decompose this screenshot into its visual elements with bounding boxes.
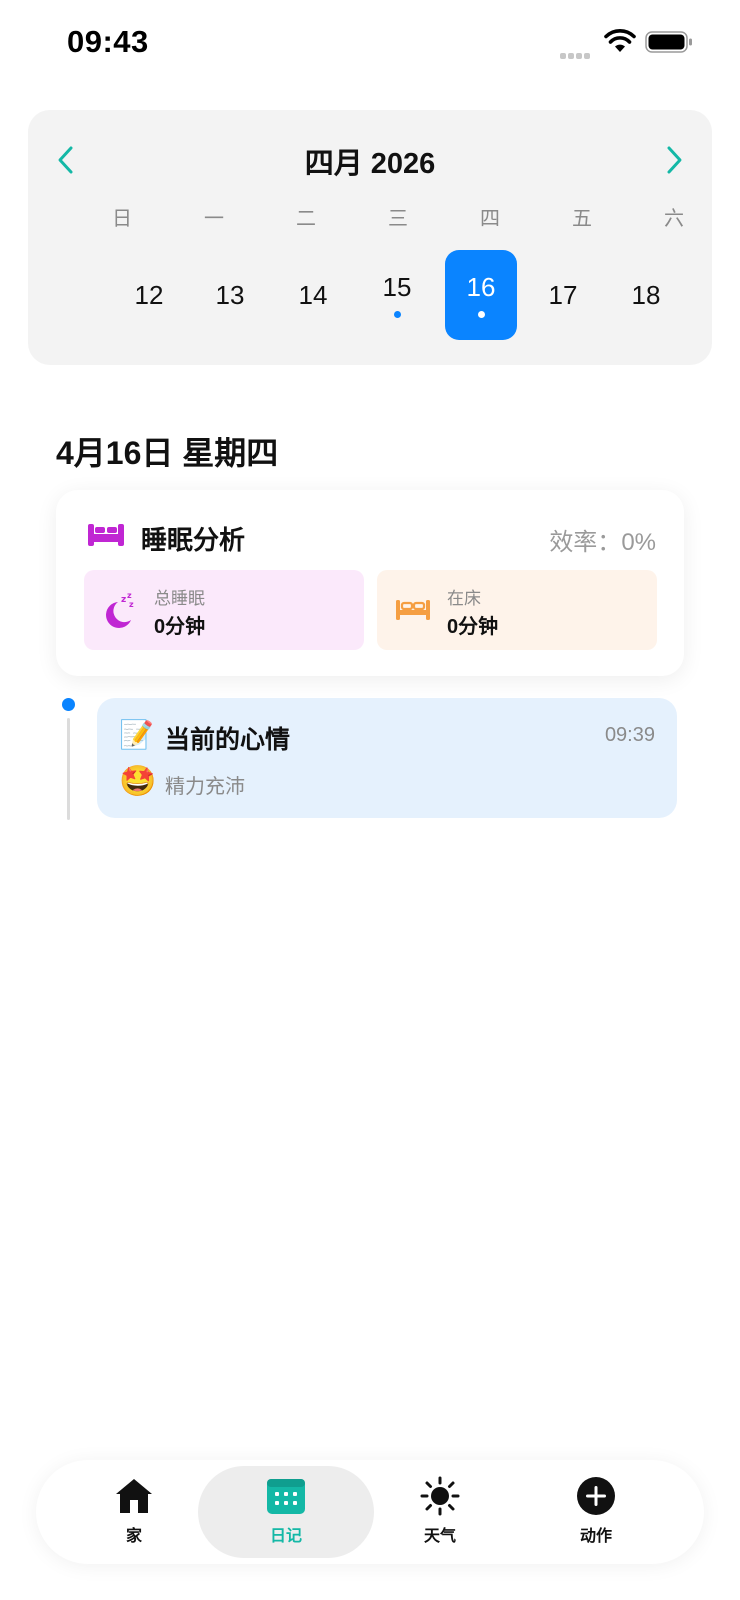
bed-icon — [88, 524, 124, 546]
total-sleep-stat: z z z 总睡眠 0分钟 — [84, 570, 364, 650]
day-number: 17 — [548, 279, 578, 310]
timeline-line — [67, 718, 70, 820]
svg-text:z: z — [121, 595, 126, 605]
calendar-icon — [267, 1479, 305, 1514]
weekday-header: 日 一 二 三 四 五 六 — [76, 202, 720, 231]
efficiency-text: 效率：0% — [549, 522, 656, 557]
day-cell[interactable]: 13 — [194, 250, 266, 340]
timeline-dot — [62, 698, 75, 711]
weekday-label: 六 — [664, 208, 684, 230]
sun-icon — [420, 1476, 460, 1516]
svg-text:z: z — [127, 591, 132, 600]
in-bed-label: 在床 — [447, 589, 481, 608]
entry-title: 当前的心情 — [165, 726, 291, 754]
next-week-button[interactable] — [658, 138, 692, 182]
bed-icon — [396, 600, 430, 620]
weekday-label: 三 — [388, 208, 408, 230]
chevron-right-icon — [667, 146, 682, 174]
nav-item-diary[interactable]: 日记 — [198, 1460, 374, 1564]
status-time: 09:43 — [67, 24, 149, 59]
day-number: 16 — [466, 272, 496, 302]
plus-circle-icon — [577, 1477, 615, 1515]
weekday-label: 五 — [572, 208, 592, 230]
nav-label: 动作 — [579, 1528, 612, 1545]
mood-text: 精力充沛 — [165, 776, 245, 798]
nav-item-weather[interactable]: 天气 — [352, 1460, 528, 1564]
day-cell[interactable]: 15 — [361, 250, 433, 340]
wifi-icon — [604, 29, 636, 52]
day-number: 18 — [631, 279, 661, 310]
entry-time: 09:39 — [604, 724, 655, 746]
nav-label: 家 — [125, 1528, 142, 1545]
day-number: 14 — [298, 279, 328, 310]
day-cell[interactable]: 17 — [527, 250, 599, 340]
nav-label: 天气 — [423, 1528, 456, 1545]
star-struck-face-icon: 🤩 — [119, 765, 157, 798]
weekday-label: 日 — [112, 208, 132, 230]
weekday-label: 一 — [204, 208, 224, 230]
weekday-label: 二 — [296, 208, 316, 230]
sleep-title: 睡眠分析 — [141, 525, 246, 555]
day-number: 12 — [134, 279, 164, 310]
day-cell[interactable]: 12 — [113, 250, 185, 340]
total-sleep-label: 总睡眠 — [154, 589, 205, 608]
nav-label: 日记 — [269, 1528, 302, 1545]
total-sleep-value: 0分钟 — [154, 616, 206, 638]
efficiency-label: 效率： — [549, 529, 622, 556]
day-number: 15 — [382, 272, 412, 302]
day-row: 12 13 14 15 16 17 18 — [113, 250, 693, 340]
day-cell[interactable]: 18 — [610, 250, 682, 340]
in-bed-stat: 在床 0分钟 — [377, 570, 657, 650]
entry-indicator-dot — [477, 311, 485, 318]
entry-indicator-dot — [393, 311, 401, 318]
nav-item-home[interactable]: 家 — [46, 1460, 222, 1564]
selected-date-heading: 4月16日 星期四 — [56, 435, 279, 471]
week-calendar: 四月 2026 日 一 二 三 四 五 六 12 13 14 15 16 17 … — [28, 110, 712, 365]
in-bed-value: 0分钟 — [447, 616, 499, 638]
sleep-analysis-card[interactable]: 睡眠分析 效率：0% z z z 总睡眠 0分钟 在床 0分钟 — [56, 490, 684, 676]
home-icon — [116, 1479, 152, 1513]
day-number: 13 — [215, 279, 245, 310]
memo-icon: 📝 — [119, 719, 154, 750]
battery-icon — [645, 31, 692, 53]
svg-text:z: z — [129, 600, 134, 609]
nav-item-action[interactable]: 动作 — [508, 1460, 684, 1564]
bottom-navigation: 家 日记 天气 动作 — [36, 1460, 704, 1564]
month-title: 四月 2026 — [304, 148, 436, 180]
day-cell[interactable]: 16 — [445, 250, 517, 340]
weekday-label: 四 — [480, 208, 500, 230]
day-cell[interactable]: 14 — [277, 250, 349, 340]
cellular-signal-icon — [560, 46, 594, 59]
efficiency-value: 0% — [621, 529, 656, 556]
status-bar: 09:43 — [0, 0, 740, 90]
mood-entry-card[interactable]: 📝 当前的心情 09:39 🤩 精力充沛 — [97, 698, 677, 818]
moon-sleep-icon: z z z — [106, 591, 134, 628]
